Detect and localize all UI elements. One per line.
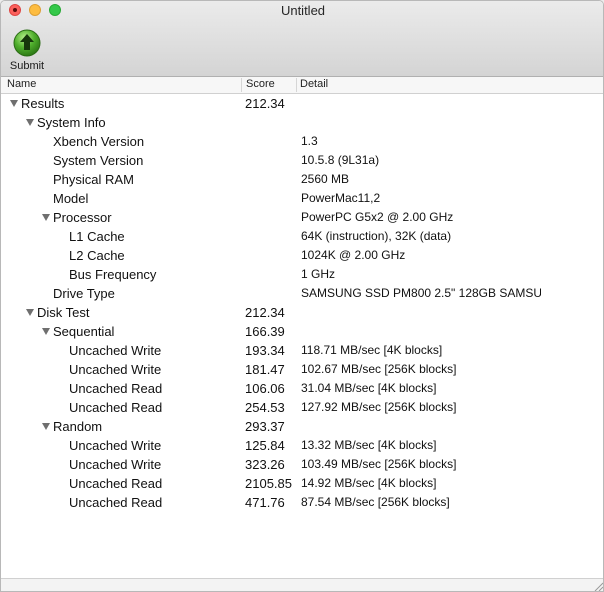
row-name: L1 Cache: [69, 229, 125, 244]
row-score: 293.37: [245, 419, 285, 434]
row-detail: 2560 MB: [301, 172, 350, 186]
row-detail: 14.92 MB/sec [4K blocks]: [301, 476, 437, 490]
row-name: Model: [53, 191, 89, 206]
row-score: 166.39: [245, 324, 285, 339]
row-name: L2 Cache: [69, 248, 125, 263]
row-name: Drive Type: [53, 286, 115, 301]
submit-label: Submit: [9, 60, 45, 72]
row-name: Uncached Write: [69, 438, 162, 453]
row-detail: SAMSUNG SSD PM800 2.5" 128GB SAMSUNG: [301, 286, 541, 300]
disclosure-triangle-icon[interactable]: [42, 214, 50, 221]
row-detail: 1.3: [301, 134, 318, 148]
up-arrow-icon: [13, 29, 41, 57]
row-detail: 118.71 MB/sec [4K blocks]: [301, 343, 443, 357]
row-name: Results: [21, 96, 65, 111]
outline-row[interactable]: System Version 10.5.8 (9L31a): [1, 151, 603, 170]
row-score: 125.84: [245, 438, 285, 453]
row-name: Uncached Write: [69, 362, 162, 377]
row-detail: 127.92 MB/sec [256K blocks]: [301, 400, 457, 414]
row-name: System Info: [37, 115, 106, 130]
row-score: 106.06: [245, 381, 285, 396]
row-score: 471.76: [245, 495, 285, 510]
row-name: Sequential: [53, 324, 115, 339]
results-outline: Results 212.34 System Info Xbench Version 1.…: [1, 94, 603, 512]
row-name: Uncached Read: [69, 476, 163, 491]
row-detail: 1 GHz: [301, 267, 336, 281]
row-name: Uncached Read: [69, 495, 163, 510]
row-score: 193.34: [245, 343, 285, 358]
outline-row[interactable]: Sequential 166.39: [1, 322, 603, 341]
disclosure-triangle-icon[interactable]: [26, 119, 34, 126]
row-detail: 64K (instruction), 32K (data): [301, 229, 452, 243]
outline-row[interactable]: L1 Cache 64K (instruction), 32K (data): [1, 227, 603, 246]
column-header-name[interactable]: Name: [7, 78, 36, 90]
row-score: 323.26: [245, 457, 285, 472]
row-detail: PowerPC G5x2 @ 2.00 GHz: [301, 210, 454, 224]
column-header-score[interactable]: Score: [246, 78, 275, 90]
row-detail: 87.54 MB/sec [256K blocks]: [301, 495, 450, 509]
row-name: Uncached Read: [69, 381, 163, 396]
outline-row[interactable]: Uncached Read 254.53 127.92 MB/sec [256K b…: [1, 398, 603, 417]
column-separator[interactable]: [296, 78, 297, 92]
outline-row[interactable]: Processor PowerPC G5x2 @ 2.00 GHz: [1, 208, 603, 227]
row-detail: 1024K @ 2.00 GHz: [301, 248, 406, 262]
outline-row[interactable]: Uncached Write 125.84 13.32 MB/sec [4K blo…: [1, 436, 603, 455]
row-name: Physical RAM: [53, 172, 134, 187]
outline-row[interactable]: Uncached Write 181.47 102.67 MB/sec [256K …: [1, 360, 603, 379]
row-score: 181.47: [245, 362, 285, 377]
disclosure-triangle-icon[interactable]: [26, 309, 34, 316]
outline-row[interactable]: Bus Frequency 1 GHz: [1, 265, 603, 284]
row-name: Random: [53, 419, 103, 434]
window-title: Untitled: [280, 3, 326, 18]
row-name: Uncached Write: [69, 457, 162, 472]
resize-grip-icon[interactable]: [593, 581, 603, 591]
row-score: 2105.85: [245, 476, 292, 491]
row-name: Disk Test: [37, 305, 90, 320]
column-separator[interactable]: [241, 78, 242, 92]
row-name: Processor: [53, 210, 112, 225]
row-detail: 102.67 MB/sec [256K blocks]: [301, 362, 457, 376]
row-score: 254.53: [245, 400, 285, 415]
outline-row[interactable]: Model PowerMac11,2: [1, 189, 603, 208]
outline-row[interactable]: Uncached Read 2105.85 14.92 MB/sec [4K blo…: [1, 474, 603, 493]
row-detail: 103.49 MB/sec [256K blocks]: [301, 457, 457, 471]
disclosure-triangle-icon[interactable]: [10, 100, 18, 107]
row-score: 212.34: [245, 305, 285, 320]
row-score: 212.34: [245, 96, 285, 111]
column-header-detail[interactable]: Detail: [300, 78, 328, 90]
submit-button[interactable]: Submit: [7, 29, 47, 75]
row-name: Bus Frequency: [69, 267, 157, 282]
outline-row[interactable]: L2 Cache 1024K @ 2.00 GHz: [1, 246, 603, 265]
outline-row[interactable]: Physical RAM 2560 MB: [1, 170, 603, 189]
outline-row[interactable]: Uncached Read 471.76 87.54 MB/sec [256K bl…: [1, 493, 603, 512]
row-name: Xbench Version: [53, 134, 145, 149]
row-detail: 13.32 MB/sec [4K blocks]: [301, 438, 437, 452]
row-name: Uncached Read: [69, 400, 163, 415]
row-name: System Version: [53, 153, 144, 168]
row-detail: PowerMac11,2: [301, 191, 381, 205]
row-detail: 10.5.8 (9L31a): [301, 153, 380, 167]
row-name: Uncached Write: [69, 343, 162, 358]
outline-row[interactable]: Uncached Read 106.06 31.04 MB/sec [4K bloc…: [1, 379, 603, 398]
disclosure-triangle-icon[interactable]: [42, 328, 50, 335]
row-detail: 31.04 MB/sec [4K blocks]: [301, 381, 437, 395]
outline-row[interactable]: Uncached Write 193.34 118.71 MB/sec [4K bl…: [1, 341, 603, 360]
outline-row[interactable]: Random 293.37: [1, 417, 603, 436]
outline-row[interactable]: Disk Test 212.34: [1, 303, 603, 322]
outline-row[interactable]: System Info: [1, 113, 603, 132]
outline-row[interactable]: Xbench Version 1.3: [1, 132, 603, 151]
app-window: Untitled Submit Name Score Detail Result…: [0, 0, 604, 592]
bottom-bar: [1, 578, 603, 591]
outline-row[interactable]: Results 212.34: [1, 94, 603, 113]
outline-row[interactable]: Uncached Write 323.26 103.49 MB/sec [256K …: [1, 455, 603, 474]
table-header: Name Score Detail: [1, 77, 603, 94]
outline-row[interactable]: Drive Type SAMSUNG SSD PM800 2.5" 128GB S…: [1, 284, 603, 303]
toolbar: Untitled Submit: [1, 1, 603, 77]
disclosure-triangle-icon[interactable]: [42, 423, 50, 430]
